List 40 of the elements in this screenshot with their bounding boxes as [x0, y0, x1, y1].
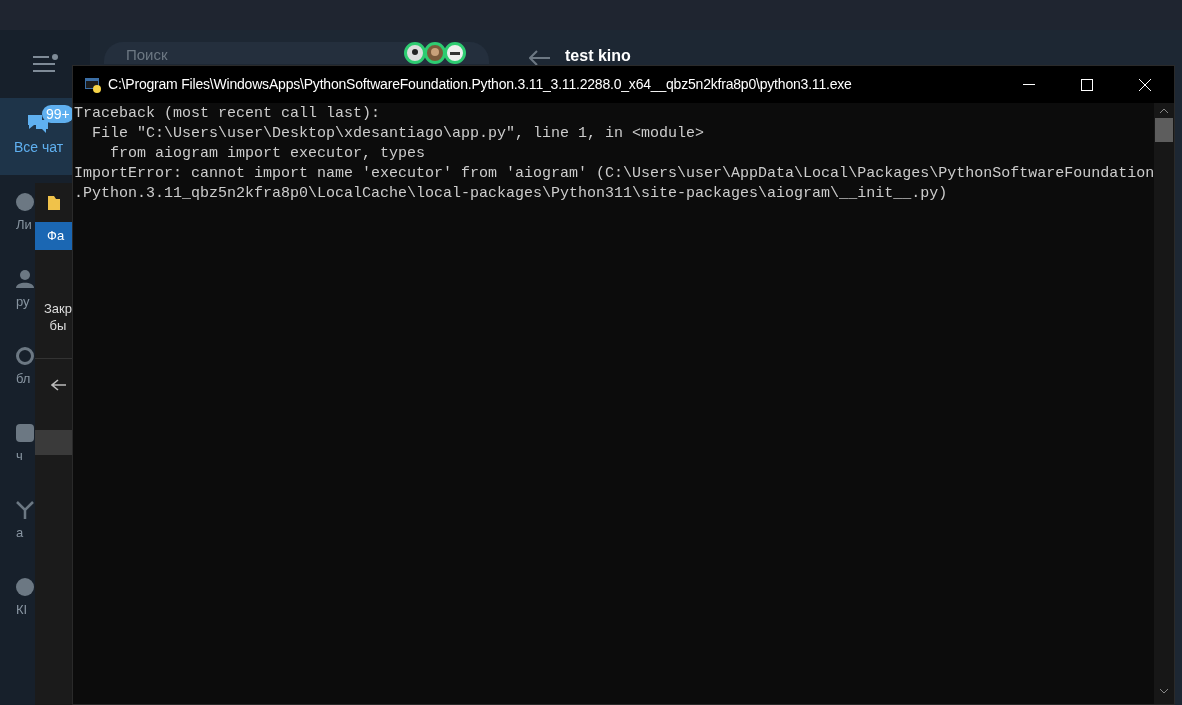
chats-icon	[28, 115, 48, 133]
folder-tab[interactable]: бл	[0, 329, 35, 406]
scrollbar[interactable]	[1154, 103, 1174, 704]
ring-icon	[16, 346, 34, 365]
ribbon-tab[interactable]: Фа	[35, 222, 75, 250]
console-line: ImportError: cannot import name 'executor' from 'aiogram' (C:\Users\user\AppData\Local\Packages\PythonSoftwareFoundation	[74, 164, 1155, 184]
fork-icon	[16, 500, 34, 519]
menu-icon[interactable]	[32, 54, 58, 74]
console-line: Traceback (most recent call last):	[74, 104, 381, 124]
folder-tab[interactable]: КІ	[0, 560, 35, 637]
python-icon	[84, 75, 102, 94]
close-icon	[1139, 78, 1151, 91]
window-title: C:\Program Files\WindowsApps\PythonSoftwareFoundation.Python.3.11_3.11.2288.0_x64__qbz5n2kfra8p0\python3.11.exe	[108, 75, 852, 94]
folder-tab[interactable]: Ли	[0, 175, 35, 252]
search-placeholder: Поиск	[126, 46, 168, 64]
avatar-icon[interactable]	[424, 42, 446, 64]
scroll-down-icon[interactable]	[1159, 688, 1170, 694]
search-field[interactable]: Поиск	[104, 42, 489, 64]
back-arrow-icon[interactable]	[51, 378, 67, 391]
folder-icon	[47, 194, 61, 211]
scrollbar-thumb[interactable]	[1155, 118, 1174, 142]
console-line: from aiogram import executor, types	[109, 144, 426, 164]
message-text: Закр бы	[44, 300, 72, 334]
avatar-icon[interactable]	[404, 42, 426, 64]
avatar-icon[interactable]	[444, 42, 466, 64]
maximize-icon	[1081, 78, 1093, 91]
minimize-icon	[1023, 83, 1035, 86]
folder-tab[interactable]: ру	[0, 252, 35, 329]
folder-tab[interactable]: ч	[0, 406, 35, 483]
console-line: File "C:\Users\user\Desktop\xdesantiago\app.py", line 1, in <module>	[91, 124, 705, 144]
person-icon	[16, 269, 34, 288]
unread-badge: 99+	[42, 105, 74, 123]
circle-icon	[16, 577, 34, 596]
chat-title: test kino	[565, 46, 631, 66]
console-line: .Python.3.11_qbz5n2kfra8p0\LocalCache\local-packages\Python311\site-packages\aiogram\__init__.py)	[74, 184, 948, 204]
circle-icon	[16, 192, 34, 211]
folder-tab[interactable]: 99+ Все чат	[0, 98, 72, 175]
square-icon	[16, 423, 34, 442]
scroll-up-icon[interactable]	[1159, 108, 1170, 114]
folder-tab[interactable]: а	[0, 483, 35, 560]
